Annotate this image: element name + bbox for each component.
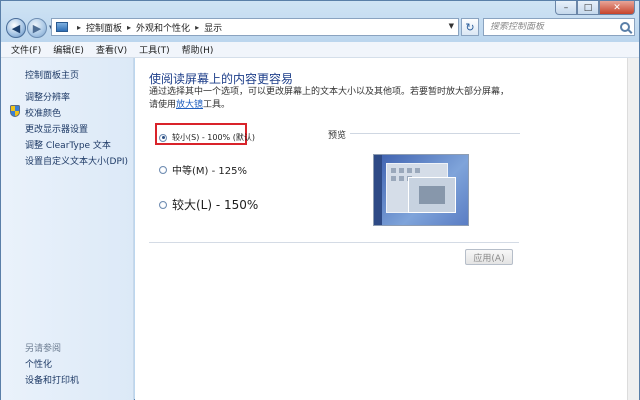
radio-smaller[interactable] [159,133,167,142]
sidebar-item-display-settings[interactable]: 更改显示器设置 [25,122,88,135]
address-dropdown-icon[interactable]: ▼ [449,22,454,30]
sidebar-item-resolution[interactable]: 调整分辨率 [25,90,70,103]
preview-image [373,154,469,226]
control-panel-icon [56,22,68,32]
option-smaller[interactable]: 较小(S) - 100% (默认) [159,132,255,143]
sidebar-item-cleartype[interactable]: 调整 ClearType 文本 [25,138,111,151]
sidebar-item-home[interactable]: 控制面板主页 [25,68,79,81]
sidebar-item-calibrate-color[interactable]: 校准颜色 [25,106,61,119]
menu-view[interactable]: 查看(V) [90,43,133,56]
search-input[interactable] [490,22,615,32]
option-medium[interactable]: 中等(M) - 125% [159,162,247,177]
search-icon[interactable] [620,22,630,32]
preview-label: 预览 [328,131,347,141]
sidebar-item-personalization[interactable]: 个性化 [25,357,52,370]
see-also-heading: 另请参阅 [25,344,62,354]
option-smaller-label[interactable]: 较小(S) - 100% (默认) [172,132,255,143]
task-pane: 控制面板主页 调整分辨率 校准颜色 更改显示器设置 调整 ClearType 文… [1,58,134,400]
refresh-icon: ↻ [465,20,475,34]
arrow-right-icon: ▶ [32,21,42,35]
sidebar-item-devices-printers[interactable]: 设备和打印机 [25,373,79,386]
preview-dialog [408,177,456,213]
radio-medium[interactable] [159,165,167,174]
main-content: 使阅读屏幕上的内容更容易 通过选择其中一个选项，可以更改屏幕上的文本大小以及其他… [135,58,627,400]
navigation-bar: ◀ ▶ ▼ ▸ 控制面板 ▸ 外观和个性化 ▸ 显示 ▼ ↻ [1,15,639,41]
chevron-right-icon[interactable]: ▸ [127,23,131,32]
menu-bar: 文件(F) 编辑(E) 查看(V) 工具(T) 帮助(H) [1,42,639,58]
search-box[interactable] [483,18,635,36]
shield-icon [10,105,20,117]
apply-button[interactable]: 应用(A) [465,249,513,265]
refresh-button[interactable]: ↻ [461,18,479,36]
address-bar[interactable]: ▸ 控制面板 ▸ 外观和个性化 ▸ 显示 ▼ [51,18,459,36]
option-medium-label[interactable]: 中等(M) - 125% [172,162,247,177]
menu-file[interactable]: 文件(F) [5,43,47,56]
control-panel-window: – □ ✕ ◀ ▶ ▼ ▸ 控制面板 ▸ 外观和个性化 ▸ 显示 ▼ ↻ 文件(… [0,0,640,400]
intro-text: 通过选择其中一个选项，可以更改屏幕上的文本大小以及其他项。若要暂时放大部分屏幕，… [149,86,514,112]
breadcrumb-control-panel[interactable]: 控制面板 [86,21,122,34]
arrow-left-icon: ◀ [11,21,21,35]
minimize-button[interactable]: – [555,1,577,15]
section-divider [149,242,519,243]
menu-help[interactable]: 帮助(H) [176,43,220,56]
radio-larger[interactable] [159,200,167,209]
option-larger[interactable]: 较大(L) - 150% [159,196,258,213]
close-button[interactable]: ✕ [599,1,635,15]
forward-button[interactable]: ▶ [27,18,47,38]
intro-tail: 工具。 [203,100,231,110]
breadcrumb-display[interactable]: 显示 [204,21,222,34]
menu-tools[interactable]: 工具(T) [133,43,176,56]
preview-taskbar [374,155,382,225]
magnifier-link[interactable]: 放大镜 [176,100,203,110]
maximize-button[interactable]: □ [577,1,599,15]
preview-divider [350,133,520,134]
option-larger-label[interactable]: 较大(L) - 150% [172,196,258,213]
page-title: 使阅读屏幕上的内容更容易 [149,72,294,86]
vertical-scrollbar[interactable] [627,58,639,400]
sidebar-item-custom-dpi[interactable]: 设置自定义文本大小(DPI) [25,154,128,167]
back-button[interactable]: ◀ [6,18,26,38]
chevron-right-icon[interactable]: ▸ [77,23,81,32]
chevron-right-icon[interactable]: ▸ [195,23,199,32]
caption-buttons: – □ ✕ [555,1,635,15]
menu-edit[interactable]: 编辑(E) [47,43,90,56]
breadcrumb-appearance[interactable]: 外观和个性化 [136,21,190,34]
